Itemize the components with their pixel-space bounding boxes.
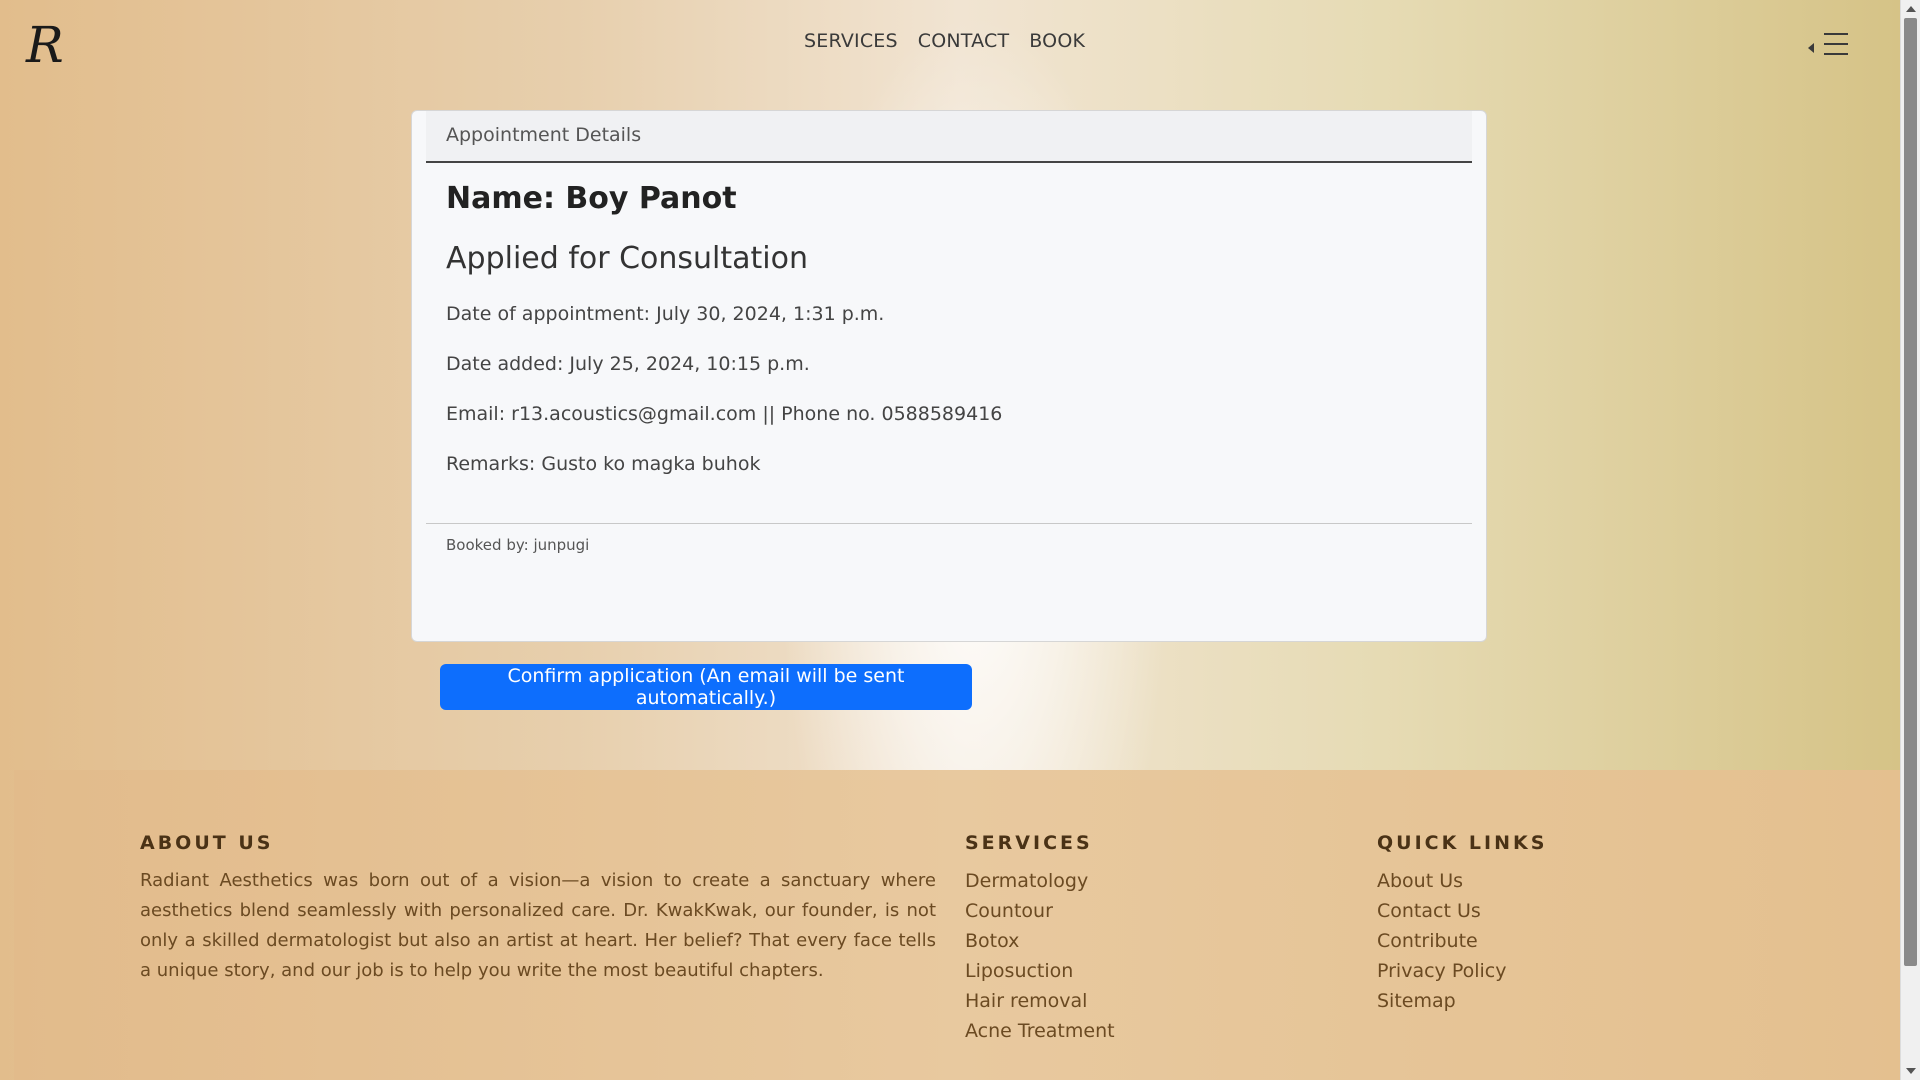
confirm-application-button[interactable]: Confirm application (An email will be se… — [440, 664, 972, 710]
footer-quick-links: QUICK LINKS About Us Contact Us Contribu… — [1377, 832, 1547, 1016]
appointment-card: Appointment Details Name: Boy Panot Appl… — [411, 110, 1487, 642]
footer-about: ABOUT US Radiant Aesthetics was born out… — [140, 832, 936, 986]
date-of-appointment: Date of appointment: July 30, 2024, 1:31… — [446, 303, 885, 325]
footer-services: SERVICES Dermatology Countour Botox Lipo… — [965, 832, 1115, 1046]
scroll-down-arrow-icon[interactable] — [1906, 1068, 1916, 1074]
footer-link-privacy-policy[interactable]: Privacy Policy — [1377, 956, 1547, 986]
card-header: Appointment Details — [426, 111, 1472, 163]
services-heading: SERVICES — [965, 832, 1093, 854]
footer-link-contribute[interactable]: Contribute — [1377, 926, 1547, 956]
scrollbar-thumb[interactable] — [1904, 18, 1917, 966]
footer-link-countour[interactable]: Countour — [965, 896, 1115, 926]
applied-service: Applied for Consultation — [446, 241, 809, 276]
footer-link-botox[interactable]: Botox — [965, 926, 1115, 956]
vertical-scrollbar[interactable] — [1900, 0, 1920, 1080]
footer-link-about-us[interactable]: About Us — [1377, 866, 1547, 896]
footer-link-liposuction[interactable]: Liposuction — [965, 956, 1115, 986]
card-footer-divider — [426, 523, 1472, 524]
client-name: Name: Boy Panot — [446, 181, 737, 216]
scroll-up-arrow-icon[interactable] — [1906, 6, 1916, 12]
footer-link-sitemap[interactable]: Sitemap — [1377, 986, 1547, 1016]
footer-link-acne-treatment[interactable]: Acne Treatment — [965, 1016, 1115, 1046]
site-footer: ABOUT US Radiant Aesthetics was born out… — [14, 770, 1901, 1080]
hamburger-menu-icon — [1824, 33, 1848, 63]
footer-link-contact-us[interactable]: Contact Us — [1377, 896, 1547, 926]
caret-left-icon — [1808, 43, 1814, 53]
nav-contact[interactable]: CONTACT — [918, 30, 1010, 52]
card-header-title: Appointment Details — [446, 124, 642, 146]
contact-info: Email: r13.acoustics@gmail.com || Phone … — [446, 403, 1003, 425]
nav-book[interactable]: BOOK — [1029, 30, 1085, 52]
about-text: Radiant Aesthetics was born out of a vis… — [140, 870, 936, 981]
footer-link-hair-removal[interactable]: Hair removal — [965, 986, 1115, 1016]
booked-by: Booked by: junpugi — [446, 536, 590, 554]
logo[interactable]: R — [22, 16, 80, 72]
main-nav: SERVICES CONTACT BOOK — [804, 30, 1085, 52]
remarks: Remarks: Gusto ko magka buhok — [446, 453, 761, 475]
nav-services[interactable]: SERVICES — [804, 30, 898, 52]
about-heading: ABOUT US — [140, 832, 274, 854]
footer-link-dermatology[interactable]: Dermatology — [965, 866, 1115, 896]
date-added: Date added: July 25, 2024, 10:15 p.m. — [446, 353, 810, 375]
quick-links-heading: QUICK LINKS — [1377, 832, 1548, 854]
menu-toggle-button[interactable] — [1804, 30, 1852, 58]
logo-letter: R — [25, 16, 64, 72]
